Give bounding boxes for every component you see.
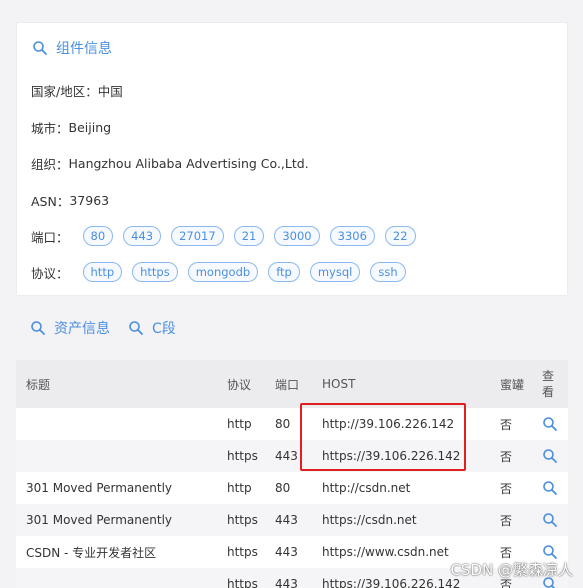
protocol-tag[interactable]: ssh [370, 262, 406, 282]
row-title: CSDN - 专业开发者社区 [26, 545, 157, 560]
search-icon[interactable] [542, 448, 558, 464]
country-value: 中国 [97, 84, 123, 99]
header-view-line1: 查 [542, 369, 555, 383]
row-honeypot: 否 [500, 481, 513, 496]
port-tag[interactable]: 3306 [329, 226, 375, 246]
tab-asset-info[interactable]: 资产信息 [30, 318, 110, 338]
row-port: 80 [275, 417, 291, 431]
row-view[interactable] [542, 504, 558, 536]
header-view-line2: 看 [542, 385, 555, 399]
table-row: https 443 https://39.106.226.142 否 [16, 440, 568, 472]
protocol-tag[interactable]: https [132, 262, 178, 282]
row-protocol: https [227, 449, 258, 463]
header-host: HOST [322, 377, 356, 391]
row-port: 443 [275, 545, 298, 559]
row-protocol: https [227, 545, 258, 559]
row-view[interactable] [542, 408, 558, 440]
row-host[interactable]: https://39.106.226.142 [322, 568, 460, 588]
port-tag[interactable]: 80 [82, 226, 114, 246]
country-label: 国家/地区： [31, 84, 98, 99]
asn-label: ASN： [31, 194, 70, 209]
table-row: 301 Moved Permanently https 443 https://… [16, 504, 568, 536]
watermark: CSDN @繁森凉人 [450, 561, 573, 579]
header-view: 查 看 [542, 360, 554, 408]
highlight-box [300, 403, 466, 471]
row-title: 301 Moved Permanently [26, 513, 173, 527]
search-icon [33, 41, 47, 55]
tab-c-segment-label: C段 [152, 321, 176, 337]
tab-bar: 资产信息 C段 [30, 318, 194, 338]
tab-c-segment[interactable]: C段 [128, 318, 176, 338]
tab-asset-info-label: 资产信息 [54, 321, 110, 337]
row-host[interactable]: https://www.csdn.net [322, 536, 449, 568]
search-icon [31, 321, 45, 335]
search-icon [129, 321, 143, 335]
protocols-label: 协议： [31, 265, 69, 281]
header-port: 端口 [275, 377, 300, 392]
protocol-tag[interactable]: mongodb [187, 262, 259, 282]
port-tag[interactable]: 27017 [171, 226, 224, 246]
country-row: 国家/地区： 中国 [31, 81, 123, 100]
org-row: 组织： Hangzhou Alibaba Advertising Co.,Ltd… [31, 154, 309, 173]
search-icon[interactable] [542, 416, 558, 432]
asn-row: ASN： 37963 [31, 191, 109, 210]
port-tag[interactable]: 22 [384, 226, 416, 246]
port-tag[interactable]: 3000 [274, 226, 320, 246]
row-port: 443 [275, 577, 298, 588]
component-info-label: 组件信息 [56, 41, 112, 57]
header-title: 标题 [26, 377, 51, 392]
search-icon[interactable] [542, 512, 558, 528]
port-tag[interactable]: 443 [123, 226, 162, 246]
header-honeypot: 蜜罐 [500, 377, 525, 392]
table-row: 301 Moved Permanently http 80 http://csd… [16, 472, 568, 504]
protocol-tag[interactable]: ftp [268, 262, 300, 282]
org-value: Hangzhou Alibaba Advertising Co.,Ltd. [68, 156, 309, 171]
table-header: 标题 协议 端口 HOST 蜜罐 查 看 [16, 360, 568, 408]
row-title: 301 Moved Permanently [26, 481, 173, 495]
row-view[interactable] [542, 472, 558, 504]
port-tag[interactable]: 21 [233, 226, 265, 246]
ports-label: 端口： [31, 229, 69, 245]
asset-table: 标题 协议 端口 HOST 蜜罐 查 看 http 80 http://39.1… [16, 360, 568, 588]
search-icon[interactable] [542, 480, 558, 496]
protocol-tag[interactable]: http [82, 262, 123, 282]
ports-row: 端口： 80 443 27017 21 3000 3306 22 [31, 226, 426, 246]
city-row: 城市： Beijing [31, 118, 111, 137]
row-host[interactable]: http://csdn.net [322, 472, 410, 504]
row-protocol: https [227, 577, 258, 588]
row-port: 443 [275, 513, 298, 527]
row-honeypot: 否 [500, 417, 513, 432]
row-protocol: http [227, 481, 252, 495]
row-protocol: https [227, 513, 258, 527]
protocol-tag[interactable]: mysql [309, 262, 361, 282]
row-view[interactable] [542, 440, 558, 472]
row-port: 443 [275, 449, 298, 463]
asn-value: 37963 [69, 193, 110, 208]
row-honeypot: 否 [500, 513, 513, 528]
protocols-row: 协议： http https mongodb ftp mysql ssh [31, 262, 416, 282]
header-protocol: 协议 [227, 377, 252, 392]
component-info-title: 组件信息 [32, 38, 112, 58]
search-icon[interactable] [542, 544, 558, 560]
row-honeypot: 否 [500, 449, 513, 464]
table-row: http 80 http://39.106.226.142 否 [16, 408, 568, 440]
org-label: 组织： [31, 157, 69, 172]
city-value: Beijing [68, 120, 112, 135]
city-label: 城市： [31, 121, 69, 136]
row-protocol: http [227, 417, 252, 431]
row-port: 80 [275, 481, 291, 495]
row-host[interactable]: https://csdn.net [322, 504, 417, 536]
